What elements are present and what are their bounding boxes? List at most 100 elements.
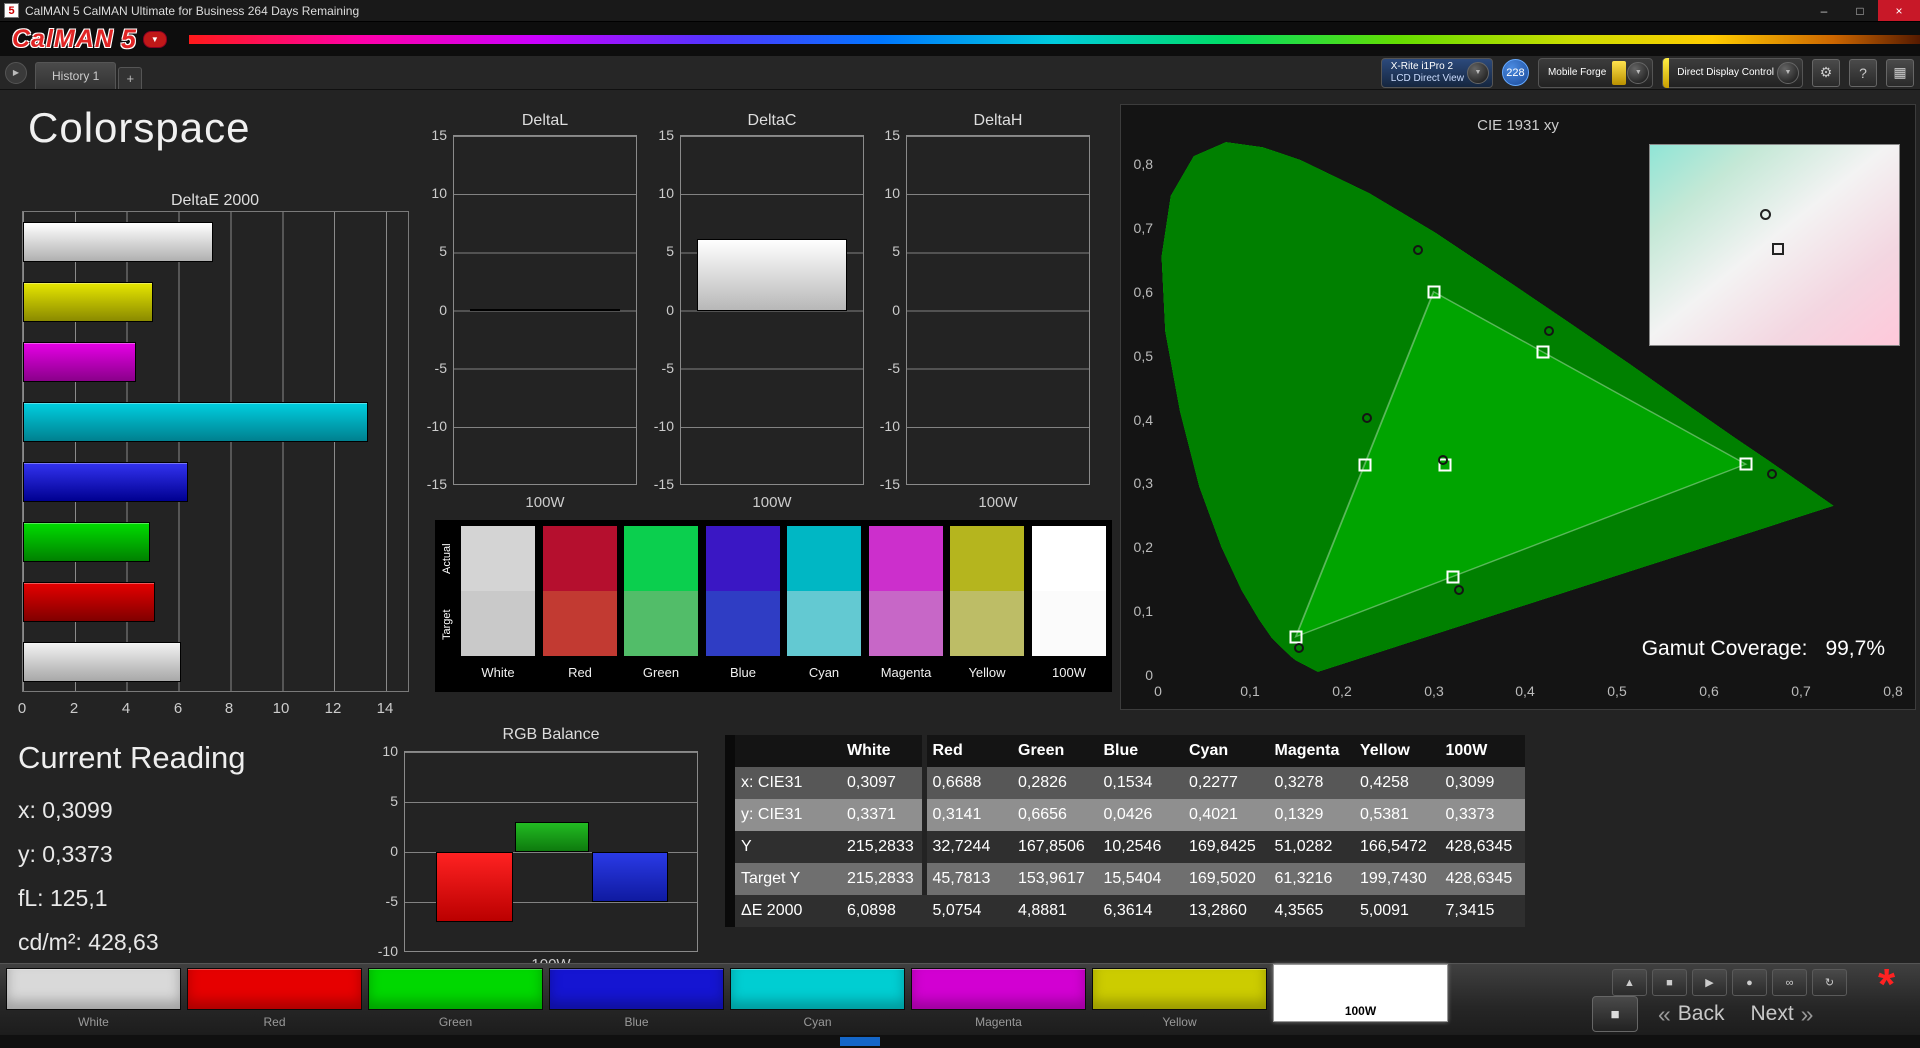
pattern-swatch-100w[interactable]: 100W <box>1273 964 1448 1022</box>
table-header-cell: White <box>847 742 891 759</box>
cie-y-tick: 0,1 <box>1133 603 1153 619</box>
pattern-swatch-green[interactable] <box>368 968 543 1010</box>
table-cell: 166,5472 <box>1360 838 1427 855</box>
swatch-actual-magenta <box>869 526 943 591</box>
add-tab-button[interactable]: + <box>118 67 143 89</box>
deltae-x-tick: 10 <box>272 700 290 717</box>
swatch-label: Magenta <box>880 665 932 680</box>
tab-history[interactable]: History 1 <box>35 62 117 89</box>
cie-panel: CIE 1931 xy 0 0,1 0,2 0,3 0,4 0,5 0,6 0,… <box>1120 104 1916 710</box>
pattern-swatch-magenta[interactable] <box>911 968 1086 1010</box>
pattern-swatch-label: 100W <box>1344 1004 1377 1018</box>
pattern-swatch-yellow[interactable] <box>1092 968 1267 1010</box>
table-cell: 10,2546 <box>1103 838 1162 855</box>
delta-y-tick: -5 <box>661 360 674 376</box>
bottom-bar: White Red Green Blue Cyan Magenta Yellow 100W ▲… <box>0 960 1920 1036</box>
minimize-button[interactable]: – <box>1806 0 1842 21</box>
swatch-actual-cyan <box>787 526 861 591</box>
logo-dropdown-icon[interactable]: ▼ <box>142 30 167 48</box>
delta-y-tick: 0 <box>439 302 447 318</box>
maximize-button[interactable]: □ <box>1842 0 1878 21</box>
swatch-label: Green <box>642 665 680 680</box>
cie-y-tick: 0,3 <box>1133 475 1153 491</box>
rgb-y-tick: 10 <box>382 743 398 759</box>
display-control-button[interactable]: Direct Display Control ▼ <box>1662 57 1803 88</box>
table-cell: 0,6656 <box>1018 806 1067 823</box>
tab-scroll-button[interactable]: ▶ <box>5 61 27 84</box>
next-chevron-icon: » <box>1800 1000 1814 1027</box>
delta-bar <box>697 239 847 311</box>
table-cell: 169,8425 <box>1189 838 1256 855</box>
deltae-x-tick: 12 <box>324 700 342 717</box>
back-chevron-icon: « <box>1658 1000 1671 1027</box>
delta-chart-plot <box>906 135 1090 485</box>
swatch-label: Red <box>568 665 592 680</box>
table-cell: 428,6345 <box>1445 838 1513 855</box>
pattern-swatch-blue[interactable] <box>549 968 724 1010</box>
next-button[interactable]: Next » <box>1744 997 1819 1031</box>
table-cell: 6,3614 <box>1103 902 1153 919</box>
delta-chart-title: DeltaL <box>521 112 569 129</box>
pattern-swatch-cyan[interactable] <box>730 968 905 1010</box>
pattern-swatch-red[interactable] <box>187 968 362 1010</box>
delta-y-tick: 5 <box>666 243 674 259</box>
calman-logo[interactable]: CalMAN 5 ▼ <box>0 24 179 55</box>
delta-y-tick: 10 <box>658 185 674 201</box>
delta-bar <box>470 309 620 311</box>
logo-number: 5 <box>120 23 136 54</box>
help-button[interactable]: ? <box>1849 58 1877 87</box>
rgb-y-tick: 0 <box>390 843 398 859</box>
delta-chart-deltal: DeltaL 15 10 5 0 -5 -10 -15 100W <box>413 102 677 514</box>
swatch-actual-green <box>624 526 698 591</box>
close-button[interactable]: × <box>1878 0 1920 21</box>
table-cell: 61,3216 <box>1274 870 1333 887</box>
stop-pattern-button[interactable]: ■ <box>1592 996 1638 1032</box>
deltae-x-tick: 2 <box>69 700 79 717</box>
taskbar-item[interactable] <box>840 1037 880 1046</box>
rgb-y-tick: -5 <box>385 893 398 909</box>
table-header-cell: Cyan <box>1189 742 1229 759</box>
table-header-cell: 100W <box>1445 742 1488 759</box>
record-button[interactable]: ● <box>1732 969 1767 996</box>
cie-y-tick: 0,8 <box>1133 156 1153 172</box>
table-header-cell: Magenta <box>1274 742 1340 759</box>
swatch-target-red <box>543 591 617 656</box>
swatch-actual-100w <box>1032 526 1106 591</box>
layout-button[interactable]: ▦ <box>1886 58 1914 87</box>
table-row-label: y: CIE31 <box>741 806 803 823</box>
table-cell: 32,7244 <box>932 838 991 855</box>
refresh-button[interactable]: ↻ <box>1812 969 1847 996</box>
measurement-table: White Red Green Blue Cyan Magenta Yellow 100W x:… <box>725 735 1525 927</box>
rgb-y-tick: -10 <box>377 943 398 959</box>
delta-y-tick: -15 <box>879 476 900 492</box>
target-row-label: Target <box>441 609 453 641</box>
back-button[interactable]: « Back <box>1652 997 1730 1031</box>
cie-measured-yellow <box>1544 326 1554 336</box>
cie-target-magenta <box>1446 570 1460 584</box>
navigation-row: ■ « Back Next » <box>1592 995 1819 1033</box>
play-button[interactable]: ▶ <box>1692 969 1727 996</box>
meter-select-button[interactable]: X-Rite i1Pro 2 LCD Direct View ▼ <box>1380 57 1493 88</box>
swatch-target-blue <box>706 591 780 656</box>
window-title: CalMAN 5 CalMAN Ultimate for Business 26… <box>25 3 360 18</box>
delta-chart-plot <box>680 135 864 485</box>
table-cell: 5,0754 <box>932 902 982 919</box>
source-select-button[interactable]: Mobile Forge ▼ <box>1537 57 1654 88</box>
stop-button[interactable]: ■ <box>1652 969 1687 996</box>
settings-button[interactable]: ⚙ <box>1812 58 1840 87</box>
delta-chart-deltac: DeltaC 15 10 5 0 -5 -10 -15 100W <box>640 102 904 514</box>
table-row: Y 215,2833 32,7244 167,8506 10,2546 169,8425 5… <box>730 831 1525 863</box>
loop-button[interactable]: ∞ <box>1772 969 1807 996</box>
table-cell: 0,3097 <box>847 774 896 791</box>
table-cell: 4,3565 <box>1274 902 1324 919</box>
dropdown-knob-icon[interactable]: ▼ <box>1777 61 1799 84</box>
table-cell: 0,2277 <box>1189 774 1238 791</box>
table-cell: 428,6345 <box>1445 870 1513 887</box>
swatch-actual-red <box>543 526 617 591</box>
table-cell: 0,3278 <box>1274 774 1324 791</box>
eject-button[interactable]: ▲ <box>1612 969 1647 996</box>
delta-y-tick: 15 <box>884 127 900 143</box>
dropdown-knob-icon[interactable]: ▼ <box>1466 61 1489 84</box>
pattern-swatch-white[interactable] <box>6 968 181 1010</box>
dropdown-knob-icon[interactable]: ▼ <box>1627 61 1650 84</box>
